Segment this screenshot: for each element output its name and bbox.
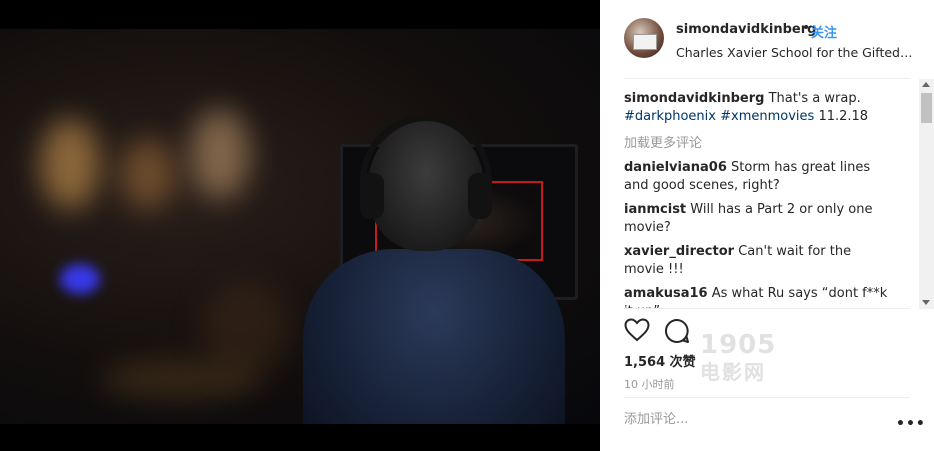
add-comment-input[interactable] — [624, 412, 874, 427]
hashtag-link[interactable]: #xmenmovies — [720, 109, 814, 124]
caption-username[interactable]: simondavidkinberg — [624, 91, 764, 106]
comments-list: simondavidkinberg That's a wrap. #darkph… — [624, 90, 914, 308]
avatar[interactable] — [624, 18, 664, 58]
comment-icon[interactable] — [664, 318, 692, 346]
heart-icon[interactable] — [624, 318, 652, 346]
divider — [624, 308, 910, 309]
list-item: xavier_director Can't wait for the movie… — [624, 243, 894, 279]
comment-username[interactable]: xavier_director — [624, 244, 734, 259]
separator-dot: • — [802, 20, 811, 36]
list-item: amakusa16 As what Ru says “dont f**k it … — [624, 285, 894, 308]
post-time[interactable]: 10 小时前 — [624, 376, 675, 392]
post-location[interactable]: Charles Xavier School for the Gifted You… — [676, 45, 914, 60]
comment-username[interactable]: amakusa16 — [624, 286, 708, 301]
photo-scene — [0, 29, 600, 424]
more-options-icon[interactable]: ••• — [896, 416, 926, 432]
post-header: simondavidkinberg • 关注 Charles Xavier Sc… — [624, 18, 914, 68]
load-more-comments[interactable]: 加载更多评论 — [624, 132, 914, 151]
comment-username[interactable]: ianmcist — [624, 202, 686, 217]
post-photo — [0, 0, 600, 451]
person-shirt — [303, 249, 565, 424]
scroll-down-icon[interactable] — [922, 300, 930, 305]
caption-date: 11.2.18 — [818, 109, 869, 124]
divider — [624, 78, 910, 79]
watermark-text: 电影网 — [700, 360, 766, 384]
post-username[interactable]: simondavidkinberg — [676, 22, 816, 37]
scrollbar-thumb[interactable] — [921, 93, 932, 123]
caption-text: That's a wrap. — [768, 91, 861, 106]
list-item: danielviana06 Storm has great lines and … — [624, 159, 894, 195]
scroll-up-icon[interactable] — [922, 82, 930, 87]
follow-button[interactable]: 关注 — [811, 22, 837, 41]
comment-username[interactable]: danielviana06 — [624, 160, 727, 175]
watermark-logo: 1905 电影网 — [700, 330, 776, 385]
divider — [624, 397, 910, 398]
caption: simondavidkinberg That's a wrap. #darkph… — [624, 90, 894, 126]
hashtag-link[interactable]: #darkphoenix — [624, 109, 716, 124]
list-item: ianmcist Will has a Part 2 or only one m… — [624, 201, 894, 237]
likes-count[interactable]: 1,564 次赞 — [624, 351, 696, 370]
comments-scrollbar[interactable] — [919, 79, 934, 309]
